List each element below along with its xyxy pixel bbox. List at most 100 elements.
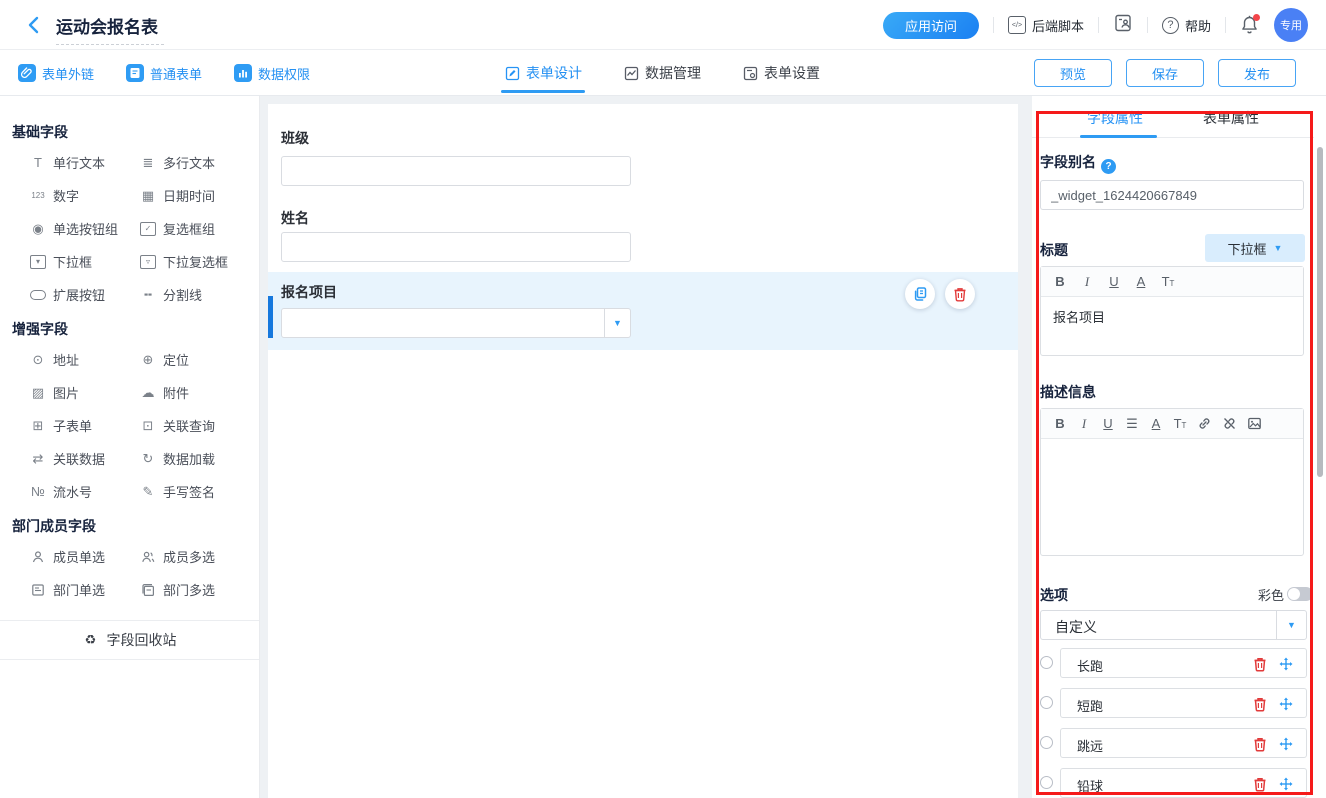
delete-option-icon[interactable] [1252, 776, 1268, 792]
tab-field-properties[interactable]: 字段属性 [1087, 108, 1143, 128]
palette-item-multi-line-text[interactable]: ≣多行文本 [140, 146, 250, 179]
palette-item-signature[interactable]: ✎手写签名 [140, 475, 250, 508]
option-row: 跳远 [1040, 728, 1315, 758]
align-icon[interactable]: ☰ [1125, 416, 1139, 432]
insert-image-icon[interactable] [1247, 416, 1262, 431]
palette-item-single-line-text[interactable]: T单行文本 [30, 146, 140, 179]
palette-item-department-single[interactable]: 部门单选 [30, 573, 140, 606]
form-external-link-button[interactable]: 表单外链 [18, 64, 94, 83]
selected-field-block[interactable]: 报名项目 ▼ [268, 272, 1018, 350]
palette-item-location[interactable]: ⊕定位 [140, 343, 250, 376]
contacts-button[interactable] [1113, 13, 1133, 38]
palette-item-label: 流水号 [53, 482, 92, 501]
font-size-icon[interactable]: TT [1161, 274, 1175, 289]
palette-item-label: 定位 [163, 350, 189, 369]
palette-item-radio-group[interactable]: ◉单选按钮组 [30, 212, 140, 245]
tab-label: 表单设计 [526, 63, 582, 83]
palette-item-linked-query[interactable]: ⊡关联查询 [140, 409, 250, 442]
unlink-icon[interactable] [1222, 416, 1237, 431]
delete-option-icon[interactable] [1252, 696, 1268, 712]
avatar[interactable]: 专用 [1274, 8, 1308, 42]
move-option-icon[interactable] [1278, 736, 1294, 752]
move-option-icon[interactable] [1278, 696, 1294, 712]
select-arrow-zone[interactable]: ▼ [1276, 611, 1306, 639]
palette-item-extend-button[interactable]: 扩展按钮 [30, 278, 140, 311]
option-radio[interactable] [1040, 736, 1053, 749]
field-label-event: 报名项目 [281, 282, 337, 302]
palette-item-divider[interactable]: ╍分割线 [140, 278, 250, 311]
palette-item-subform[interactable]: ⊞子表单 [30, 409, 140, 442]
palette-item-number[interactable]: 123数字 [30, 179, 140, 212]
option-source-value: 自定义 [1055, 617, 1097, 637]
option-source-select[interactable]: 自定义 ▼ [1040, 610, 1307, 640]
palette-item-address[interactable]: ⊙地址 [30, 343, 140, 376]
palette-item-data-load[interactable]: ↻数据加载 [140, 442, 250, 475]
form-canvas[interactable]: 班级 姓名 报名项目 ▼ [268, 104, 1018, 798]
italic-icon[interactable]: I [1077, 416, 1091, 432]
select-arrow-zone[interactable]: ▼ [604, 309, 630, 337]
palette-item-department-multi[interactable]: 部门多选 [140, 573, 250, 606]
delete-option-icon[interactable] [1252, 736, 1268, 752]
data-permission-button[interactable]: 数据权限 [234, 64, 310, 83]
backend-script-button[interactable]: </> 后端脚本 [1008, 16, 1084, 35]
move-option-icon[interactable] [1278, 776, 1294, 792]
option-input[interactable]: 跳远 [1060, 728, 1307, 758]
field-input-class[interactable] [281, 156, 631, 186]
palette-item-member-multi[interactable]: 成员多选 [140, 540, 250, 573]
font-size-icon[interactable]: TT [1173, 416, 1187, 431]
palette-item-serial-number[interactable]: №流水号 [30, 475, 140, 508]
option-radio[interactable] [1040, 696, 1053, 709]
publish-button[interactable]: 发布 [1218, 59, 1296, 87]
normal-form-button[interactable]: 普通表单 [126, 64, 202, 83]
tab-form-design[interactable]: 表单设计 [505, 50, 582, 96]
panel-scrollbar[interactable] [1317, 147, 1323, 477]
field-input-name[interactable] [281, 232, 631, 262]
delete-option-icon[interactable] [1252, 656, 1268, 672]
palette-item-datetime[interactable]: ▦日期时间 [140, 179, 250, 212]
underline-icon[interactable]: U [1101, 416, 1115, 431]
field-select-event[interactable]: ▼ [281, 308, 631, 338]
link-icon[interactable] [1197, 416, 1212, 431]
back-button[interactable] [24, 15, 44, 35]
field-recycle-bin[interactable]: ♻ 字段回收站 [0, 620, 259, 660]
color-toggle[interactable] [1287, 587, 1313, 601]
palette-item-checkbox-group[interactable]: ✓复选框组 [140, 212, 250, 245]
alias-help-icon[interactable]: ? [1101, 159, 1116, 174]
form-title[interactable]: 运动会报名表 [56, 13, 164, 45]
copy-field-button[interactable] [905, 279, 935, 309]
bold-icon[interactable]: B [1053, 274, 1067, 289]
option-input[interactable]: 铅球 [1060, 768, 1307, 798]
subform-icon: ⊞ [30, 418, 46, 434]
bold-icon[interactable]: B [1053, 416, 1067, 431]
option-radio[interactable] [1040, 776, 1053, 789]
underline-icon[interactable]: U [1107, 274, 1121, 289]
help-button[interactable]: ? 帮助 [1162, 16, 1211, 35]
option-input[interactable]: 短跑 [1060, 688, 1307, 718]
font-color-icon[interactable]: A [1149, 416, 1163, 431]
alias-input[interactable] [1040, 180, 1304, 210]
field-type-dropdown[interactable]: 下拉框 ▼ [1205, 234, 1305, 262]
option-radio[interactable] [1040, 656, 1053, 669]
italic-icon[interactable]: I [1080, 274, 1094, 290]
palette-item-attachment[interactable]: ☁附件 [140, 376, 250, 409]
palette-item-select[interactable]: ▾下拉框 [30, 245, 140, 278]
palette-item-member-single[interactable]: 成员单选 [30, 540, 140, 573]
delete-field-button[interactable] [945, 279, 975, 309]
option-input[interactable]: 长跑 [1060, 648, 1307, 678]
top-header: 运动会报名表 应用访问 </> 后端脚本 ? 帮助 [0, 0, 1326, 50]
title-editor-content[interactable]: 报名项目 [1041, 297, 1303, 355]
tab-form-settings[interactable]: 表单设置 [743, 50, 820, 96]
app-access-button[interactable]: 应用访问 [883, 12, 979, 39]
notifications-button[interactable] [1240, 14, 1260, 36]
tab-form-properties[interactable]: 表单属性 [1203, 108, 1259, 128]
move-option-icon[interactable] [1278, 656, 1294, 672]
preview-button[interactable]: 预览 [1034, 59, 1112, 87]
tab-data-manage[interactable]: 数据管理 [624, 50, 701, 96]
font-color-icon[interactable]: A [1134, 274, 1148, 289]
palette-item-multi-select[interactable]: ▿下拉复选框 [140, 245, 250, 278]
member-fields-grid: 成员单选 成员多选 部门单选 部门多选 [30, 540, 259, 606]
palette-item-linked-data[interactable]: ⇄关联数据 [30, 442, 140, 475]
palette-item-image[interactable]: ▨图片 [30, 376, 140, 409]
save-button[interactable]: 保存 [1126, 59, 1204, 87]
description-editor-content[interactable] [1041, 439, 1303, 555]
